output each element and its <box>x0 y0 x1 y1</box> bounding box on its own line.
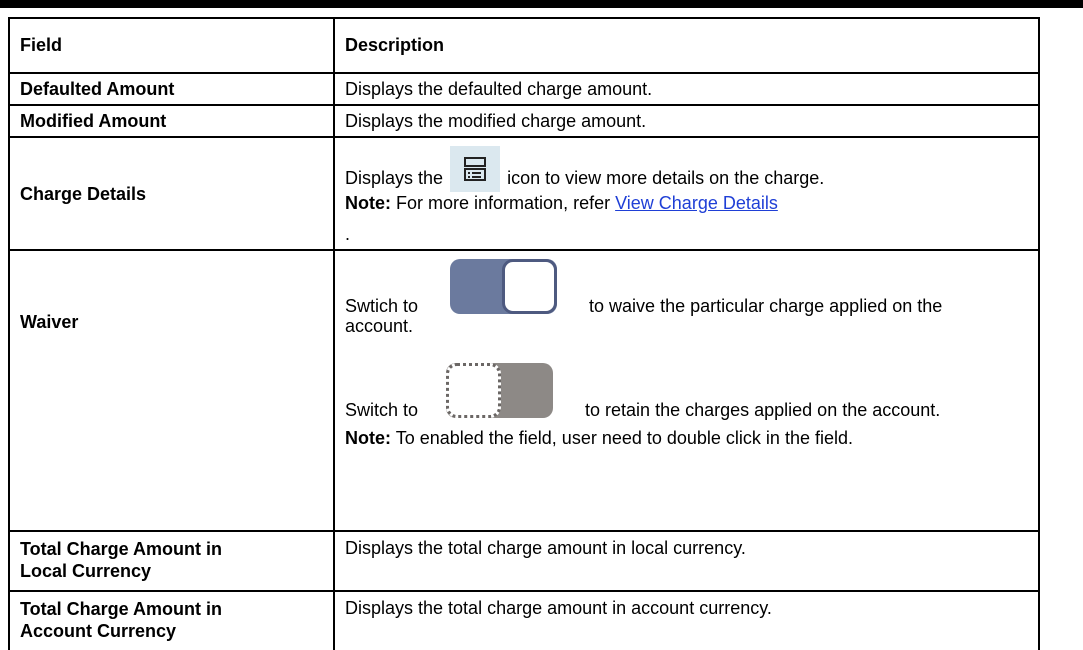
on-suffix: to waive the particular charge applied o… <box>589 296 943 316</box>
field-name: Charge Details <box>8 136 335 251</box>
trailing-period: . <box>345 224 351 244</box>
field-name: Defaulted Amount <box>8 72 335 106</box>
field-description: Displays the icon to view more details o… <box>333 136 1040 251</box>
field-name-line-1: Total Charge Amount in <box>20 599 222 619</box>
field-name-line-2: Account Currency <box>20 621 177 641</box>
note-label: Note: <box>345 193 391 213</box>
header-description: Description <box>333 17 1040 74</box>
view-charge-details-link[interactable]: View Charge Details <box>615 193 778 213</box>
table-row: Total Charge Amount in Account Currency … <box>8 590 1040 650</box>
note-label: Note: <box>345 428 391 448</box>
on-prefix: Swtich to <box>345 296 419 316</box>
table-row: Modified Amount Displays the modified ch… <box>8 104 1040 138</box>
field-description: Displays the defaulted charge amount. <box>333 72 1040 106</box>
field-description: Swtich to to waive the particular charge … <box>333 249 1040 532</box>
on-continuation: account. <box>345 316 414 336</box>
table-header-row: Field Description <box>8 17 1040 74</box>
table-row: Waiver Swtich to to waive the particular … <box>8 249 1040 532</box>
table-row: Total Charge Amount in Local Currency Di… <box>8 530 1040 592</box>
field-name-line-1: Total Charge Amount in <box>20 539 222 559</box>
off-suffix: to retain the charges applied on the acc… <box>585 400 941 420</box>
off-prefix: Switch to <box>345 400 419 420</box>
field-name: Waiver <box>8 249 335 532</box>
description-suffix: icon to view more details on the charge. <box>507 168 825 188</box>
field-name: Total Charge Amount in Local Currency <box>8 530 335 592</box>
field-description: Displays the total charge amount in acco… <box>333 590 1040 650</box>
note-text: For more information, refer <box>396 193 611 213</box>
toggle-on-icon <box>450 259 558 314</box>
field-description: Displays the modified charge amount. <box>333 104 1040 138</box>
toggle-off-icon <box>446 363 554 418</box>
table-row: Charge Details Displays the icon to view… <box>8 136 1040 251</box>
top-rule <box>0 0 1083 8</box>
header-field: Field <box>8 17 335 74</box>
field-name-line-2: Local Currency <box>20 561 152 581</box>
description-prefix: Displays the <box>345 168 444 188</box>
field-description-table: Field Description Defaulted Amount Displ… <box>8 17 1040 650</box>
field-name: Total Charge Amount in Account Currency <box>8 590 335 650</box>
note-text: To enabled the field, user need to doubl… <box>395 428 853 448</box>
table-row: Defaulted Amount Displays the defaulted … <box>8 72 1040 106</box>
field-name: Modified Amount <box>8 104 335 138</box>
field-description: Displays the total charge amount in loca… <box>333 530 1040 592</box>
charge-details-icon <box>450 146 501 192</box>
